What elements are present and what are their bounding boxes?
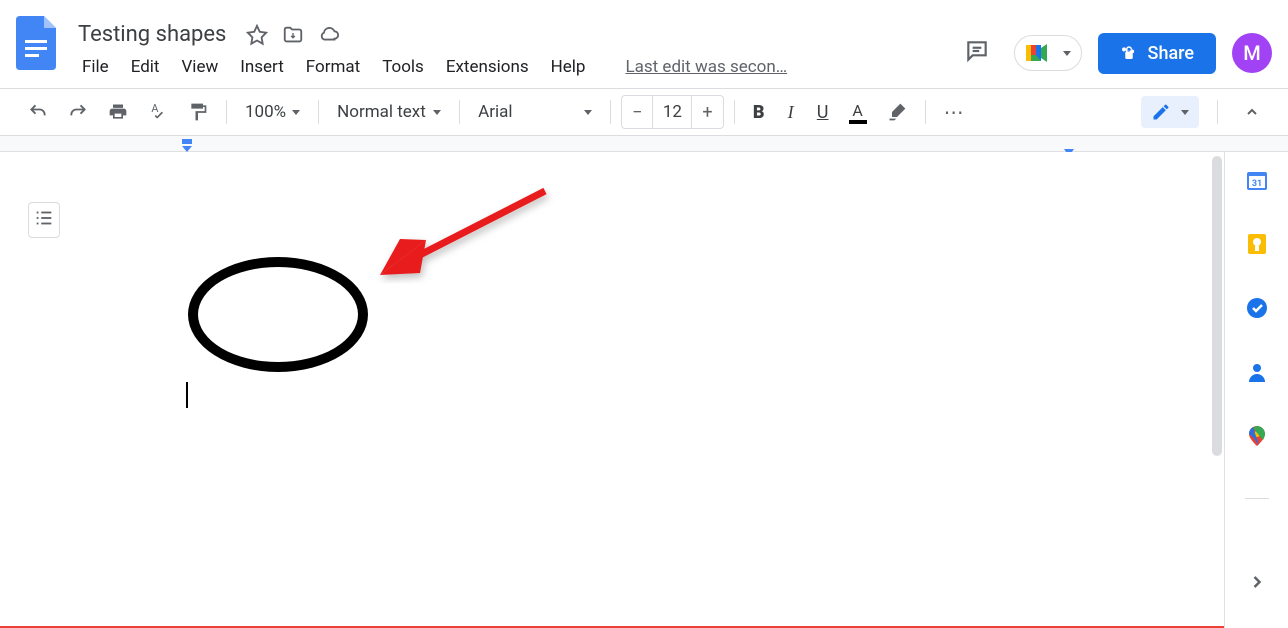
font-size-decrease-button[interactable]: − (622, 98, 652, 127)
contacts-icon[interactable] (1245, 360, 1269, 384)
account-avatar[interactable]: M (1232, 33, 1272, 73)
spellcheck-button[interactable]: A (140, 96, 176, 128)
side-panel-expand-button[interactable] (1247, 572, 1267, 612)
text-color-button[interactable]: A (841, 96, 875, 128)
svg-text:31: 31 (1251, 179, 1261, 189)
annotation-arrow-icon (370, 185, 560, 285)
tasks-icon[interactable] (1245, 296, 1269, 320)
more-tools-button[interactable]: ⋯ (936, 96, 974, 128)
redo-button[interactable] (60, 96, 96, 128)
underline-button[interactable]: U (809, 96, 837, 128)
menu-file[interactable]: File (72, 53, 119, 81)
side-panel: 31 (1224, 152, 1288, 628)
share-button[interactable]: Share (1098, 33, 1216, 74)
menu-insert[interactable]: Insert (230, 53, 294, 81)
calendar-icon[interactable]: 31 (1245, 168, 1269, 192)
document-title[interactable]: Testing shapes (72, 20, 232, 49)
menu-help[interactable]: Help (541, 53, 596, 81)
menu-edit[interactable]: Edit (121, 53, 170, 81)
font-size-increase-button[interactable]: + (692, 98, 722, 127)
highlight-color-button[interactable] (879, 96, 915, 128)
menu-extensions[interactable]: Extensions (436, 53, 539, 81)
document-outline-icon[interactable] (28, 202, 60, 238)
italic-button[interactable]: I (777, 96, 805, 128)
font-size-input[interactable] (652, 96, 692, 128)
zoom-value: 100% (245, 102, 286, 122)
font-family-dropdown[interactable]: Arial (470, 98, 600, 126)
menu-format[interactable]: Format (296, 53, 370, 81)
text-cursor (186, 382, 188, 408)
keep-icon[interactable] (1245, 232, 1269, 256)
collapse-toolbar-button[interactable] (1236, 96, 1268, 128)
meet-button[interactable] (1014, 35, 1082, 71)
svg-text:A: A (151, 102, 158, 115)
ellipse-shape[interactable] (188, 257, 368, 372)
cloud-status-icon[interactable] (318, 24, 340, 46)
toolbar: A 100% Normal text Arial − + B I U A ⋯ (0, 88, 1288, 136)
menu-view[interactable]: View (171, 53, 228, 81)
bold-button[interactable]: B (745, 96, 773, 128)
zoom-dropdown[interactable]: 100% (237, 98, 308, 126)
font-family-value: Arial (478, 102, 512, 122)
share-label: Share (1148, 43, 1194, 64)
menu-bar: File Edit View Insert Format Tools Exten… (72, 53, 956, 81)
print-button[interactable] (100, 96, 136, 128)
editing-mode-button[interactable] (1141, 96, 1199, 128)
document-page[interactable] (0, 152, 1224, 628)
paragraph-style-value: Normal text (337, 102, 426, 122)
comment-history-icon[interactable] (956, 30, 998, 76)
undo-button[interactable] (20, 96, 56, 128)
vertical-scrollbar[interactable] (1210, 152, 1224, 472)
horizontal-ruler[interactable] (0, 136, 1288, 152)
maps-icon[interactable] (1245, 424, 1269, 448)
menu-tools[interactable]: Tools (372, 53, 434, 81)
paragraph-style-dropdown[interactable]: Normal text (329, 98, 449, 126)
paint-format-button[interactable] (180, 96, 216, 128)
docs-logo-icon[interactable] (16, 16, 56, 70)
last-edit-link[interactable]: Last edit was secon… (617, 53, 795, 81)
move-folder-icon[interactable] (282, 24, 304, 46)
star-icon[interactable] (246, 24, 268, 46)
